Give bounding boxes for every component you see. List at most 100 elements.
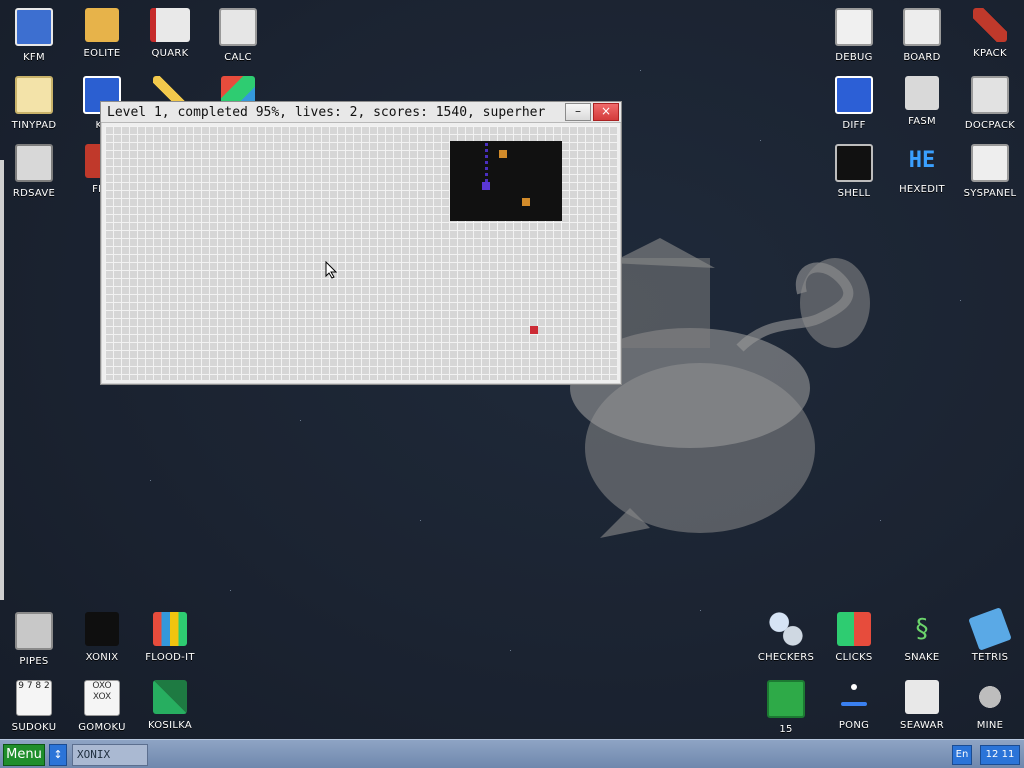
icon-label: RDSAVE [12,188,56,199]
desktop-icon-pong[interactable]: PONG [820,672,888,740]
desktop-icon-eolite[interactable]: EOLITE [68,0,136,68]
taskbar-item-xonix[interactable]: XONIX [72,744,148,766]
player-marker [482,182,490,190]
desktop-icon-floodit[interactable]: FLOOD-IT [136,604,204,672]
desktop-icon-diff[interactable]: DIFF [820,68,888,136]
terminal-icon [835,144,873,182]
desktop-icon-kfm[interactable]: KFM [0,0,68,68]
icon-label: SHELL [837,188,871,199]
fasm-icon [905,76,939,110]
icon-label: DIFF [842,120,866,131]
player-trail [485,167,488,170]
desktop-icon-hexedit[interactable]: HE HEXEDIT [888,136,956,204]
checkers-icon [769,612,803,646]
icon-label: HEXEDIT [899,184,945,195]
clicks-icon [837,612,871,646]
desktop-icon-mine[interactable]: MINE [956,672,1024,740]
icon-label: FASM [908,116,936,127]
window-titlebar[interactable]: Level 1, completed 95%, lives: 2, scores… [101,102,621,123]
land-enemy [530,326,538,334]
cabinet-icon [971,76,1009,114]
desktop-icon-kpack[interactable]: KPACK [956,0,1024,68]
pipes-icon [15,612,53,650]
icon-label: 15 [779,724,793,735]
desktop-icon-xonix[interactable]: XONIX [68,604,136,672]
xonix-window[interactable]: Level 1, completed 95%, lives: 2, scores… [100,101,622,385]
folder-icon [85,8,119,42]
player-trail [485,149,488,152]
icon-label: DEBUG [835,52,873,63]
flood-icon [153,612,187,646]
desktop-icon-tetris[interactable]: TETRIS [956,604,1024,672]
icon-label: XONIX [85,652,119,663]
icon-label: TINYPAD [11,120,57,131]
icon-label: KOSILKA [147,720,193,731]
icon-label: KPACK [973,48,1007,59]
desktop-icon-board[interactable]: BOARD [888,0,956,68]
enemy-ball [499,150,507,158]
desktop-icon-tinypad[interactable]: TINYPAD [0,68,68,136]
fifteen-icon [767,680,805,718]
board-icon [903,8,941,46]
player-trail [485,161,488,164]
icon-label: SEAWAR [900,720,944,731]
icon-label: PONG [838,720,870,731]
desktop-icon-syspanel[interactable]: SYSPANEL [956,136,1024,204]
game-field[interactable] [105,126,617,380]
ship-icon [905,680,939,714]
desktop-icon-quark[interactable]: QUARK [136,0,204,68]
close-button[interactable]: × [593,103,619,121]
desktop-icon-kosilka[interactable]: KOSILKA [136,672,204,740]
desktop-icon-fifteen[interactable]: 15 [752,672,820,740]
icon-label: FLOOD-IT [145,652,195,663]
player-trail [485,143,488,146]
icon-label: GOMOKU [78,722,126,733]
debug-icon [835,8,873,46]
sudoku-icon: 9 7 8 2 [16,680,52,716]
desktop-icon-seawar[interactable]: SEAWAR [888,672,956,740]
xonix-icon [85,612,119,646]
sliders-icon [971,144,1009,182]
desktop-icon-sudoku[interactable]: 9 7 8 2 SUDOKU [0,672,68,740]
window-title: Level 1, completed 95%, lives: 2, scores… [107,104,546,120]
diff-icon [835,76,873,114]
icon-label: BOARD [903,52,941,63]
desktop-icon-checkers[interactable]: CHECKERS [752,604,820,672]
taskbar-switch-button[interactable]: ↕ [49,744,67,766]
icon-label: EOLITE [83,48,121,59]
desktop-icon-clicks[interactable]: CLICKS [820,604,888,672]
desktop-icon-snake[interactable]: § SNAKE [888,604,956,672]
player-trail [485,173,488,176]
language-indicator[interactable]: En [952,745,972,765]
desktop-icon-gomoku[interactable]: OXO XOX GOMOKU [68,672,136,740]
icon-label: SUDOKU [11,722,57,733]
icon-label: DOCPACK [964,120,1016,131]
menu-button[interactable]: Menu [3,744,45,766]
icon-label: CLICKS [835,652,873,663]
desktop-icon-pipes[interactable]: PIPES [0,604,68,672]
hammer-icon [973,8,1007,42]
mine-icon [973,680,1007,714]
clock[interactable]: 12 11 [980,745,1020,765]
floppy-icon [15,8,53,46]
icon-label: QUARK [151,48,189,59]
desktop-icon-calc[interactable]: CALC [204,0,272,68]
enemy-ball [522,198,530,206]
calculator-icon [219,8,257,46]
tetris-icon [968,607,1012,651]
pong-icon [837,680,871,714]
icon-label: SNAKE [904,652,940,663]
icon-label: SYSPANEL [963,188,1017,199]
left-edge-panel [0,160,4,600]
icon-label: TETRIS [971,652,1009,663]
icon-label: KFM [23,52,45,63]
minimize-button[interactable]: – [565,103,591,121]
desktop-icon-fasm[interactable]: FASM [888,68,956,136]
desktop-icon-shell[interactable]: SHELL [820,136,888,204]
mouse-cursor-icon [325,261,338,279]
desktop-icon-rdsave[interactable]: RDSAVE [0,136,68,204]
desktop-icon-docpack[interactable]: DOCPACK [956,68,1024,136]
hexedit-icon: HE [908,148,936,173]
icon-label: MINE [976,720,1004,731]
desktop-icon-debug[interactable]: DEBUG [820,0,888,68]
